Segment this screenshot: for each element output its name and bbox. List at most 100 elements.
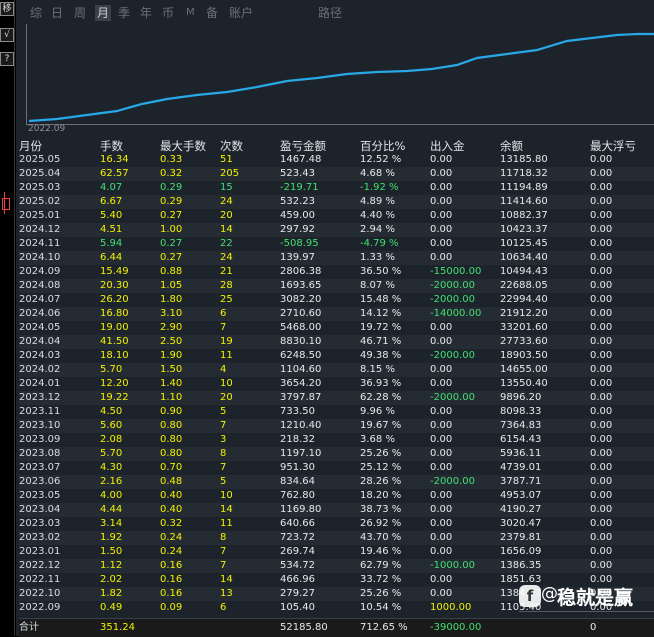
table-row[interactable]: 2022.12 1.12 0.16 7 534.72 62.79 % -1000.00 138… [19, 559, 654, 573]
cell-max-float: 0.00 [590, 224, 613, 235]
cell-pnl: 733.50 [280, 406, 315, 417]
cell-max-float: 0.00 [590, 560, 613, 571]
cell-pnl: 640.66 [280, 518, 315, 529]
cell-flow: -2000.00 [430, 280, 475, 291]
cell-month: 2024.11 [19, 238, 61, 249]
table-row[interactable]: 2024.04 41.50 2.50 19 8830.10 46.71 % 0.00 2773… [19, 335, 654, 349]
table-row[interactable]: 2023.03 3.14 0.32 11 640.66 26.92 % 0.00 3020.4… [19, 517, 654, 531]
cell-percent: 43.70 % [360, 532, 402, 543]
table-row[interactable]: 2023.02 1.92 0.24 8 723.72 43.70 % 0.00 2379.81… [19, 531, 654, 545]
table-row[interactable]: 2023.06 2.16 0.48 5 834.64 28.26 % -2000.00 378… [19, 475, 654, 489]
cell-percent: 25.26 % [360, 588, 402, 599]
table-row[interactable]: 2024.02 5.70 1.50 4 1104.60 8.15 % 0.00 14655.0… [19, 363, 654, 377]
cell-count: 15 [220, 182, 233, 193]
total-percent: 712.65 % [360, 622, 408, 633]
table-row[interactable]: 2024.07 26.20 1.80 25 3082.20 15.48 % -2000.00… [19, 293, 654, 307]
cell-percent: 36.93 % [360, 378, 402, 389]
table-row[interactable]: 2025.03 4.07 0.29 15 -219.71 -1.92 % 0.00 11194… [19, 181, 654, 195]
table-row[interactable]: 2023.12 19.22 1.10 20 3797.87 62.28 % -2000.00… [19, 391, 654, 405]
table-row[interactable]: 2023.07 4.30 0.70 7 951.30 25.12 % 0.00 4739.01… [19, 461, 654, 475]
cell-lots: 18.10 [100, 350, 129, 361]
cell-lots: 1.12 [100, 560, 123, 571]
equity-curve-chart [26, 24, 654, 125]
table-row[interactable]: 2023.05 4.00 0.40 10 762.80 18.20 % 0.00 4953.0… [19, 489, 654, 503]
cell-max-float: 0.00 [590, 462, 613, 473]
table-row[interactable]: 2024.01 12.20 1.40 10 3654.20 36.93 % 0.00 1355… [19, 377, 654, 391]
tab-account[interactable]: 账户 [229, 5, 253, 21]
help-icon[interactable]: ? [0, 52, 14, 66]
cell-max-lots: 0.80 [160, 448, 183, 459]
table-row[interactable]: 2025.01 5.40 0.27 20 459.00 4.40 % 0.00 10882.3… [19, 209, 654, 223]
tab-m[interactable]: M [186, 5, 195, 21]
cell-max-float: 0.00 [590, 182, 613, 193]
header-count[interactable]: 次数 [220, 139, 243, 153]
cell-month: 2024.04 [19, 336, 61, 347]
table-row[interactable]: 2024.05 19.00 2.90 7 5468.00 19.72 % 0.00 33201… [19, 321, 654, 335]
table-row[interactable]: 2023.09 2.08 0.80 3 218.32 3.68 % 0.00 6154.43 0… [19, 433, 654, 447]
header-month[interactable]: 月份 [19, 139, 42, 153]
cell-max-float: 0.00 [590, 490, 613, 501]
cell-month: 2024.02 [19, 364, 61, 375]
table-row[interactable]: 2024.12 4.51 1.00 14 297.92 2.94 % 0.00 10423.3… [19, 223, 654, 237]
watermark: f @ 稳就是赢 [519, 575, 654, 621]
cell-percent: 19.46 % [360, 546, 402, 557]
table-row[interactable]: 2023.10 5.60 0.80 7 1210.40 19.67 % 0.00 7364.8… [19, 419, 654, 433]
table-row[interactable]: 2023.08 5.70 0.80 8 1197.10 25.26 % 0.00 5936.1… [19, 447, 654, 461]
cell-lots: 5.40 [100, 210, 123, 221]
cell-count: 6 [220, 602, 227, 613]
cell-max-lots: 1.80 [160, 294, 183, 305]
cell-month: 2023.09 [19, 434, 61, 445]
header-balance[interactable]: 余额 [500, 139, 523, 153]
cell-pnl: 466.96 [280, 574, 315, 585]
cell-max-lots: 0.48 [160, 476, 183, 487]
cell-max-lots: 0.32 [160, 518, 183, 529]
header-lots[interactable]: 手数 [100, 139, 123, 153]
table-row[interactable]: 2025.05 16.34 0.33 51 1467.48 12.52 % 0.00 1318… [19, 153, 654, 167]
table-row[interactable]: 2024.10 6.44 0.27 24 139.97 1.33 % 0.00 10634.4… [19, 251, 654, 265]
header-pnl[interactable]: 盈亏金额 [280, 139, 326, 153]
cell-max-lots: 0.16 [160, 574, 183, 585]
cell-max-lots: 1.50 [160, 364, 183, 375]
table-row[interactable]: 2023.11 4.50 0.90 5 733.50 9.96 % 0.00 8098.33 0… [19, 405, 654, 419]
left-toolbar: 移 √ ? [0, 0, 15, 636]
table-row[interactable]: 2024.06 16.80 3.10 6 2710.60 14.12 % -14000.00… [19, 307, 654, 321]
move-icon[interactable]: 移 [0, 2, 14, 16]
tab-yearly[interactable]: 年 [140, 5, 152, 21]
tab-path[interactable]: 路径 [318, 5, 342, 21]
table-row[interactable]: 2024.03 18.10 1.90 11 6248.50 49.38 % -2000.00… [19, 349, 654, 363]
table-row[interactable]: 2023.01 1.50 0.24 7 269.74 19.46 % 0.00 1656.09… [19, 545, 654, 559]
table-row[interactable]: 2024.08 20.30 1.05 28 1693.65 8.07 % -2000.00 2… [19, 279, 654, 293]
header-percent[interactable]: 百分比% [360, 139, 405, 153]
header-flow[interactable]: 出入金 [430, 139, 465, 153]
cell-flow: 0.00 [430, 224, 453, 235]
check-icon[interactable]: √ [0, 28, 14, 42]
cell-max-float: 0.00 [590, 154, 613, 165]
tab-monthly[interactable]: 月 [95, 5, 112, 21]
cell-flow: 0.00 [430, 588, 453, 599]
cell-balance: 22688.05 [500, 280, 548, 291]
header-max-lots[interactable]: 最大手数 [160, 139, 206, 153]
cell-month: 2023.10 [19, 420, 61, 431]
tab-quarterly[interactable]: 季 [118, 5, 130, 21]
tab-daily[interactable]: 日 [51, 5, 63, 21]
cell-lots: 26.20 [100, 294, 129, 305]
cell-percent: 33.72 % [360, 574, 402, 585]
tab-summary[interactable]: 综 [30, 5, 42, 21]
cell-flow: 0.00 [430, 182, 453, 193]
table-row[interactable]: 2024.09 15.49 0.88 21 2806.38 36.50 % -15000.0… [19, 265, 654, 279]
table-row[interactable]: 2025.04 62.57 0.32 205 523.43 4.68 % 0.00 11718… [19, 167, 654, 181]
table-row[interactable]: 2025.02 6.67 0.29 24 532.23 4.89 % 0.00 11414.6… [19, 195, 654, 209]
table-row[interactable]: 2024.11 5.94 0.27 22 -508.95 -4.79 % 0.00 10125… [19, 237, 654, 251]
tab-weekly[interactable]: 周 [74, 5, 86, 21]
cell-lots: 4.50 [100, 406, 123, 417]
tab-currency[interactable]: 币 [162, 5, 174, 21]
cell-lots: 19.00 [100, 322, 129, 333]
tab-notes[interactable]: 备 [206, 5, 218, 21]
cell-pnl: 3797.87 [280, 392, 322, 403]
cell-percent: -1.92 % [360, 182, 399, 193]
cell-percent: 3.68 % [360, 434, 395, 445]
cell-pnl: -219.71 [280, 182, 319, 193]
header-max-float[interactable]: 最大浮亏 [590, 139, 636, 153]
cell-balance: 18903.50 [500, 350, 548, 361]
table-row[interactable]: 2023.04 4.44 0.40 14 1169.80 38.73 % 0.00 4190.… [19, 503, 654, 517]
